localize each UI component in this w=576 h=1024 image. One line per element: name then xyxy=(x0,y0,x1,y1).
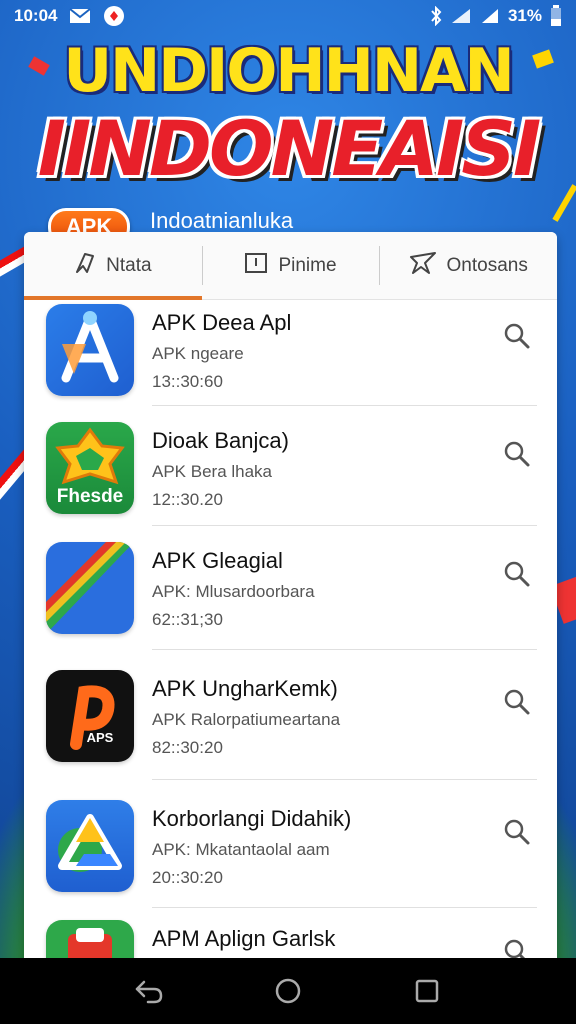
list-item[interactable]: Korborlangi Didahik) APK: Mkatantaolal a… xyxy=(24,780,557,908)
app-name: APK Gleagial xyxy=(152,548,283,573)
mail-icon xyxy=(69,8,92,24)
signal-icon xyxy=(450,7,472,25)
star-icon xyxy=(409,251,437,281)
app-info: APK Deea Apl APK ngeare 13::30:60 xyxy=(152,304,497,392)
app-name: Korborlangi Didahik) xyxy=(152,806,352,831)
app-meta: 62::31;30 xyxy=(152,610,223,629)
home-circle-icon[interactable] xyxy=(268,971,308,1011)
back-icon[interactable] xyxy=(129,971,169,1011)
tab-pinime[interactable]: Pinime xyxy=(201,232,380,299)
recents-icon[interactable] xyxy=(407,971,447,1011)
tab-label: Ontosans xyxy=(446,254,528,276)
wifi-signal-icon xyxy=(480,7,500,25)
tab-label: Ntata xyxy=(106,254,152,276)
list-item[interactable]: Fhesde Dioak Banjca) APK Bera lhaka 12::… xyxy=(24,406,557,526)
app-list: APK Deea Apl APK ngeare 13::30:60 Fhesde… xyxy=(24,300,557,972)
search-icon[interactable] xyxy=(497,434,537,474)
list-item[interactable]: APS APK UngharKemk) APK Ralorpatiumearta… xyxy=(24,650,557,780)
app-info: APK Gleagial APK: Mlusardoorbara 62::31;… xyxy=(152,542,497,630)
app-subtitle: APK ngeare xyxy=(152,344,244,363)
green-star-app-icon: Fhesde xyxy=(46,422,134,514)
battery-percent: 31% xyxy=(507,6,542,25)
drive-triangle-app-icon xyxy=(46,800,134,892)
search-icon[interactable] xyxy=(497,554,537,594)
tab-ntata[interactable]: Ntata xyxy=(24,232,202,300)
app-info: Dioak Banjca) APK Bera lhaka 12::30.20 xyxy=(152,422,497,510)
tab-ontosans[interactable]: Ontosans xyxy=(379,232,557,299)
app-icon-text: Fhesde xyxy=(57,486,124,507)
app-icon-text: APS xyxy=(87,730,114,745)
app-info: APK UngharKemk) APK Ralorpatiumeartana 8… xyxy=(152,670,497,758)
blue-a-app-icon xyxy=(46,304,134,396)
app-meta: 20::30:20 xyxy=(152,868,223,887)
list-item[interactable]: APK Deea Apl APK ngeare 13::30:60 xyxy=(24,300,557,406)
banner-title-line2: IINDONEAISI xyxy=(37,104,541,193)
app-subtitle: APK: Mkatantaolal aam xyxy=(152,840,330,859)
tab-label: Pinime xyxy=(278,254,337,276)
app-subtitle: APK: Mlusardoorbara xyxy=(152,582,315,601)
battery-icon xyxy=(550,5,562,27)
banner-title-line1: UNDIOHHNAN xyxy=(63,36,514,106)
search-icon[interactable] xyxy=(497,812,537,852)
bluetooth-icon xyxy=(430,6,442,26)
brand-text: Indoatnianluka xyxy=(150,208,294,233)
home-icon xyxy=(74,252,96,280)
app-meta: 82::30:20 xyxy=(152,738,223,757)
app-name: Dioak Banjca) xyxy=(152,428,289,453)
list-item[interactable]: APK Gleagial APK: Mlusardoorbara 62::31;… xyxy=(24,526,557,650)
status-bar: 10:04 31% xyxy=(0,0,576,32)
app-subtitle: APK Bera lhaka xyxy=(152,462,273,481)
navigation-bar xyxy=(0,958,576,1024)
app-info: Korborlangi Didahik) APK: Mkatantaolal a… xyxy=(152,800,497,888)
app-subtitle: APK Ralorpatiumeartana xyxy=(152,710,341,729)
app-name: APK UngharKemk) xyxy=(152,676,338,701)
app-info: APM Aplign Garlsk xyxy=(152,920,497,960)
app-list-card: Ntata Pinime Ontosans APK Deea Apl APK n… xyxy=(24,232,557,972)
status-time: 10:04 xyxy=(14,6,58,25)
app-meta: 12::30.20 xyxy=(152,490,223,509)
orange-p-app-icon: APS xyxy=(46,670,134,762)
search-icon[interactable] xyxy=(497,316,537,356)
app-notification-icon xyxy=(103,5,125,27)
clipboard-icon xyxy=(244,251,268,281)
app-name: APM Aplign Garlsk xyxy=(152,926,336,951)
search-icon[interactable] xyxy=(497,682,537,722)
app-name: APK Deea Apl xyxy=(152,310,292,335)
tab-bar: Ntata Pinime Ontosans xyxy=(24,232,557,300)
app-meta: 13::30:60 xyxy=(152,372,223,391)
diagonal-stripe-app-icon xyxy=(46,542,134,634)
